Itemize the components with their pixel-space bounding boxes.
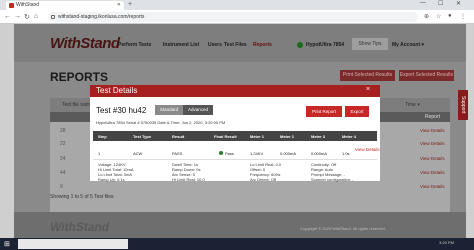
- show-tips-button[interactable]: Show Tips: [352, 38, 388, 50]
- browser-menu-icon[interactable]: ⋮: [460, 13, 466, 20]
- cell-meter-4: 1.0s: [342, 151, 350, 156]
- col-time[interactable]: Time ▾: [405, 102, 420, 108]
- cell-meter-2: 0.000mA: [280, 151, 297, 156]
- menu-instrument-list[interactable]: Instrument List: [163, 42, 199, 48]
- browser-tab[interactable]: WithStand ✕: [6, 1, 124, 10]
- col-meter-4: Meter 4: [342, 134, 357, 139]
- row-view-details-link[interactable]: View Details: [420, 141, 445, 146]
- start-icon[interactable]: ⊞: [4, 240, 10, 248]
- my-account-menu[interactable]: My Account ▾: [392, 42, 424, 48]
- col-meter-2: Meter 1: [280, 134, 295, 139]
- pass-icon: [219, 151, 223, 155]
- col-time-label: Time: [405, 102, 416, 108]
- home-icon[interactable]: ⌂: [34, 13, 38, 20]
- row-view-details-link[interactable]: View Details: [420, 156, 445, 161]
- menu-test-files[interactable]: Test Files: [224, 42, 247, 48]
- menu-perform-tests[interactable]: Perform Tests: [118, 42, 151, 48]
- support-tab[interactable]: Support: [458, 90, 468, 120]
- menu-reports[interactable]: Reports: [253, 42, 272, 48]
- close-window-button[interactable]: ✕: [456, 0, 461, 7]
- row-number: 44: [60, 170, 66, 176]
- my-account-label: My Account: [392, 42, 421, 48]
- export-button[interactable]: Export: [345, 106, 369, 117]
- detail-hi-limit-real: Hi Limit Real: 10.0: [172, 177, 205, 182]
- withstand-logo[interactable]: WithStand: [50, 35, 120, 52]
- test-meta: HypotUltra 7854 Serial # 9750039 Date & …: [96, 120, 226, 125]
- url-field[interactable]: withstand-staging.ikonlusa.com/reports: [48, 12, 418, 22]
- new-tab-button[interactable]: +: [128, 1, 132, 8]
- col-result: Result: [172, 134, 185, 139]
- favicon-icon: [9, 3, 14, 8]
- print-report-button[interactable]: Print Report: [306, 106, 342, 117]
- row-number: 28: [60, 128, 66, 134]
- col-test-file-name[interactable]: Test file name: [62, 102, 93, 108]
- instrument-status-icon: [297, 42, 303, 48]
- instrument-status[interactable]: HypotUltra 7854: [306, 42, 344, 48]
- row-number: 9: [60, 184, 63, 190]
- row-number: 24: [60, 156, 66, 162]
- zoom-icon[interactable]: ⊕: [424, 13, 429, 20]
- view-details-link[interactable]: View Details: [355, 147, 380, 152]
- bookmark-star-icon[interactable]: ☆: [436, 13, 441, 20]
- col-report: Report: [425, 114, 441, 120]
- cell-meter-3: 0.000mA: [311, 151, 328, 156]
- footer-copyright: Copyright © 2020 WithStand. All rights r…: [300, 226, 386, 231]
- modal-close-button[interactable]: ×: [366, 86, 370, 93]
- cell-meter-1: 1.24KV: [250, 151, 264, 156]
- col-test-type: Test Type: [133, 134, 152, 139]
- minimize-button[interactable]: —: [420, 0, 426, 6]
- col-meter-1: Meter 1: [250, 134, 265, 139]
- test-name: Test #30 hu42: [96, 106, 147, 115]
- detail-scanner-config: Scanner configuration: -: [311, 177, 354, 182]
- cell-final-result: Pass: [225, 151, 234, 156]
- cell-step: 1: [98, 151, 101, 156]
- lock-icon: [51, 15, 55, 19]
- divider: [93, 159, 377, 160]
- export-selected-button[interactable]: Export Selected Results: [399, 70, 454, 81]
- tab-title: WithStand: [16, 2, 40, 8]
- row-view-details-link[interactable]: View Details: [420, 184, 445, 189]
- menu-users[interactable]: Users: [208, 42, 222, 48]
- profile-icon[interactable]: ●: [448, 13, 452, 19]
- col-meter-3: Meter 3: [311, 134, 326, 139]
- back-icon[interactable]: ←: [4, 13, 11, 20]
- clock: 3:20 PM: [439, 240, 454, 245]
- detail-arc-detect: Arc Detect: Off: [250, 177, 277, 182]
- row-number: 22: [60, 141, 66, 147]
- row-view-details-link[interactable]: View Details: [420, 170, 445, 175]
- tab-close-icon[interactable]: ✕: [117, 1, 121, 10]
- url-text: withstand-staging.ikonlusa.com/reports: [58, 14, 145, 20]
- footer-logo: WithStand: [50, 220, 110, 234]
- col-step: Step: [98, 134, 107, 139]
- tab-standard[interactable]: Standard: [155, 105, 183, 115]
- maximize-button[interactable]: ☐: [438, 0, 443, 7]
- cell-test-type: ACW: [133, 151, 143, 156]
- tab-advanced[interactable]: Advanced: [183, 105, 213, 115]
- modal-title: Test Details: [96, 86, 138, 95]
- showing-count: Showing 1 to 5 of 5 Test files: [50, 194, 114, 200]
- page-title: REPORTS: [50, 70, 109, 84]
- cell-result: PASS: [172, 151, 183, 156]
- detail-ramp-up: Ramp Up: 0.1s: [98, 177, 125, 182]
- row-view-details-link[interactable]: View Details: [420, 128, 445, 133]
- col-final-result: Final Result: [214, 134, 237, 139]
- taskbar-search[interactable]: [18, 239, 128, 249]
- reload-icon[interactable]: ↻: [24, 13, 30, 21]
- forward-icon[interactable]: →: [14, 13, 21, 20]
- print-selected-button[interactable]: Print Selected Results: [340, 70, 395, 81]
